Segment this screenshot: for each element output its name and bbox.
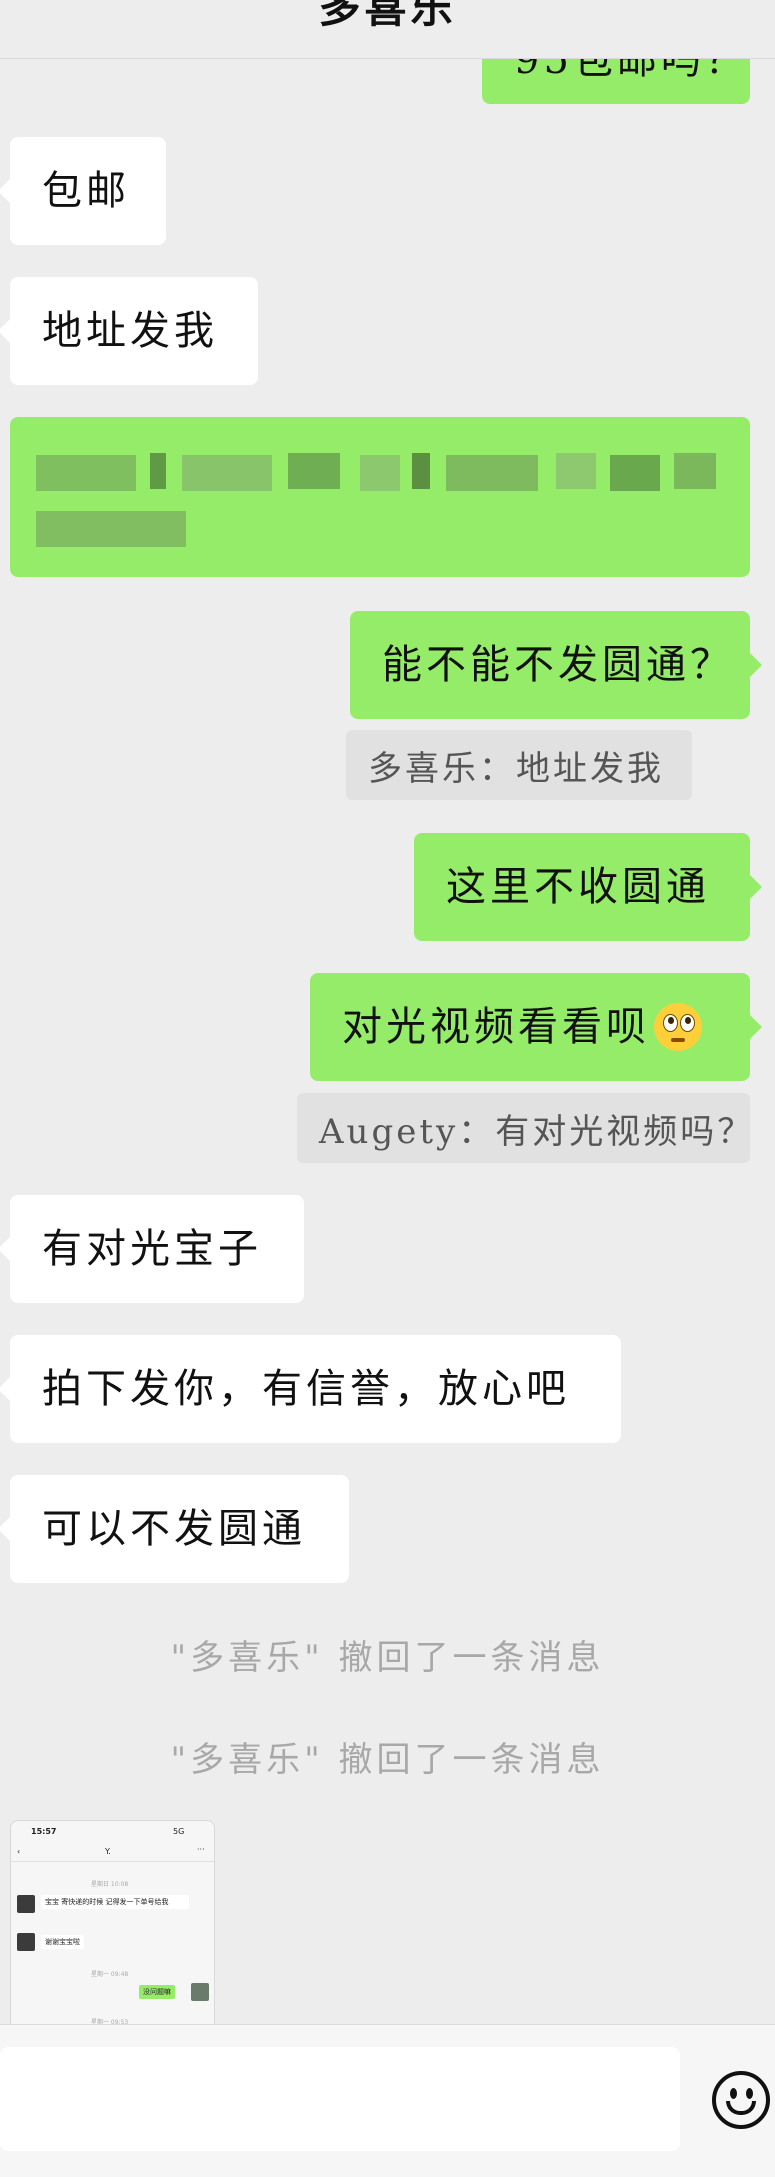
flushed-face-icon <box>654 1003 702 1051</box>
thumb-avatar-self <box>191 1983 209 2001</box>
message-text: 拍下发你，有信誉，放心吧 <box>42 1366 570 1412</box>
message-bubble-outgoing[interactable]: 这里不收圆通 <box>414 833 762 941</box>
thumb-more-icon: ··· <box>197 1845 205 1854</box>
pixelated-block <box>36 511 186 547</box>
pixelated-block <box>412 453 430 489</box>
chat-header: 多喜乐 <box>0 0 775 59</box>
thumb-timestamp: 星期一 09:48 <box>91 1971 129 1978</box>
pixelated-block <box>360 455 400 491</box>
thumb-message: 谢谢宝宝啦 <box>41 1935 84 1949</box>
thumb-reply: 没问题嘛 <box>139 1985 175 1999</box>
thumb-back-icon: ‹ <box>17 1847 21 1856</box>
thumb-avatar <box>17 1895 35 1913</box>
message-text: 可以不发圆通 <box>42 1506 306 1552</box>
quote-text: 多喜乐：地址发我 <box>368 748 664 789</box>
quoted-reply[interactable]: Augety：有对光视频吗？ <box>297 1093 751 1163</box>
quote-text: Augety：有对光视频吗？ <box>319 1111 755 1152</box>
smiley-face-icon[interactable] <box>712 2071 770 2129</box>
message-text: 对光视频看看呗 <box>342 1004 650 1050</box>
pixelated-block <box>610 455 660 491</box>
message-bubble-incoming[interactable]: 可以不发圆通 <box>0 1475 349 1583</box>
quoted-reply[interactable]: 多喜乐：地址发我 <box>346 730 692 800</box>
recall-notice: "多喜乐" 撤回了一条消息 <box>170 1638 605 1678</box>
pixelated-block <box>150 453 166 489</box>
thumb-signal: 5G <box>173 1827 185 1836</box>
pixelated-block <box>446 455 538 491</box>
message-bubble-incoming[interactable]: 地址发我 <box>0 277 258 385</box>
pixelated-block <box>288 453 340 489</box>
message-bubble-incoming[interactable]: 拍下发你，有信誉，放心吧 <box>0 1335 621 1443</box>
message-text: 能不能不发圆通？ <box>382 642 734 688</box>
pixelated-block <box>556 453 596 489</box>
thumb-contact: Y. <box>105 1847 111 1856</box>
recall-notice: "多喜乐" 撤回了一条消息 <box>170 1740 605 1780</box>
message-bubble-outgoing[interactable]: 能不能不发圆通？ <box>350 611 762 719</box>
pixelated-block <box>36 455 136 491</box>
pixelated-block <box>182 455 272 491</box>
thumb-time: 15:57 <box>31 1827 57 1836</box>
message-text: 包邮 <box>42 168 130 214</box>
chat-title: 多喜乐 <box>318 0 457 32</box>
thumb-message: 宝宝 寄快递的时候 记得发一下单号给我 <box>41 1895 189 1909</box>
message-text: 这里不收圆通 <box>446 864 710 910</box>
message-input[interactable] <box>0 2047 680 2151</box>
pixelated-block <box>674 453 716 489</box>
message-bubble-incoming[interactable]: 包邮 <box>0 137 166 245</box>
input-bar <box>0 2024 775 2177</box>
thumb-timestamp: 星期日 10:08 <box>91 1881 129 1888</box>
message-text: 有对光宝子 <box>42 1226 262 1272</box>
message-text: 地址发我 <box>42 308 218 354</box>
message-bubble-outgoing[interactable]: 对光视频看看呗 <box>310 973 762 1081</box>
message-bubble-incoming[interactable]: 有对光宝子 <box>0 1195 304 1303</box>
redacted-address-message[interactable] <box>10 417 750 577</box>
thumb-avatar <box>17 1933 35 1951</box>
